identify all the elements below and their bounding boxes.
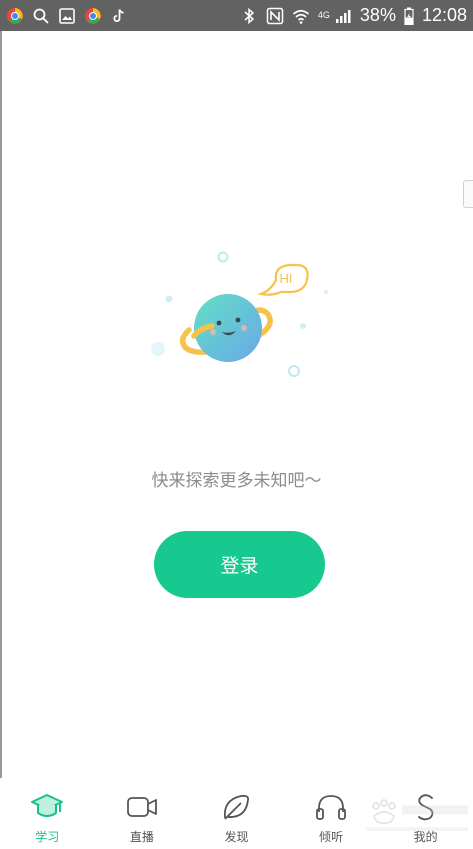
decor-dot <box>165 295 173 303</box>
decor-dot <box>151 342 165 356</box>
clock: 12:08 <box>421 5 467 25</box>
decor-dot <box>324 290 328 294</box>
decor-dot <box>300 323 306 329</box>
battery-icon <box>404 7 414 25</box>
app-screen: 4G 38% 12:08 HI 快来探索更多未知吧～ 登录 学习 直播 发现 倾… <box>0 0 473 849</box>
leaf-icon <box>219 790 253 824</box>
nav-label: 学习 <box>35 830 60 844</box>
browser-icon <box>84 7 102 25</box>
nav-item-study[interactable]: 学习 <box>0 778 95 849</box>
browser-icon <box>6 7 24 25</box>
nav-item-discover[interactable]: 发现 <box>189 778 284 849</box>
planet-illustration: HI <box>140 240 340 390</box>
headphones-icon <box>314 790 348 824</box>
side-tab-handle[interactable] <box>463 180 473 208</box>
nav-label: 倾听 <box>319 830 344 844</box>
signal-icon <box>334 7 352 25</box>
watermark-logo <box>362 796 472 836</box>
tiktok-icon <box>110 7 128 25</box>
battery-percent: 38% <box>359 5 396 25</box>
decor-circle <box>217 251 229 263</box>
nav-label: 直播 <box>129 830 154 844</box>
status-bar: 4G 38% 12:08 <box>0 0 473 31</box>
empty-state-message: 快来探索更多未知吧～ <box>151 471 322 491</box>
search-icon <box>32 7 50 25</box>
screen-edge <box>0 31 2 849</box>
decor-circle <box>288 365 300 377</box>
network-type: 4G <box>317 10 330 20</box>
nav-label: 发现 <box>224 830 249 844</box>
video-camera-icon <box>125 790 159 824</box>
login-button[interactable]: 登录 <box>154 531 325 598</box>
nav-item-live[interactable]: 直播 <box>95 778 190 849</box>
gallery-icon <box>58 7 76 25</box>
bubble-text: HI <box>280 271 293 286</box>
wifi-icon <box>292 7 310 25</box>
bluetooth-icon <box>240 7 258 25</box>
nfc-icon <box>266 7 284 25</box>
graduation-cap-icon <box>30 790 64 824</box>
